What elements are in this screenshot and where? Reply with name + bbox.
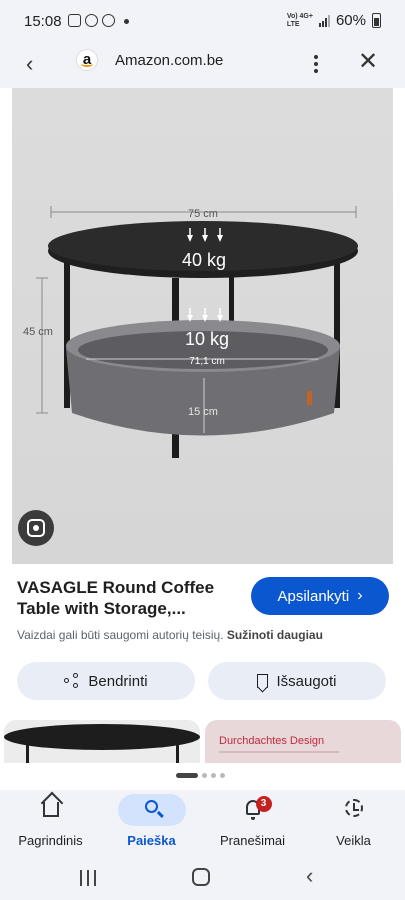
status-notification-icons — [68, 14, 115, 27]
browser-toolbar: ‹ a Amazon.com.be ✕ — [0, 42, 405, 88]
bottom-navigation: Pagrindinis Paieška 3 Pranešimai Veikla — [0, 790, 405, 858]
carousel-pager — [176, 773, 225, 778]
notification-badge: 3 — [255, 796, 272, 812]
product-image[interactable]: 75 cm 40 kg 45 cm 10 kg 71,1 cm 15 cm — [12, 88, 393, 564]
pager-dot — [211, 773, 216, 778]
signal-icon — [318, 14, 330, 27]
battery-icon — [372, 13, 381, 28]
thumbnail-table-leg — [26, 742, 29, 763]
status-time: 15:08 — [24, 13, 62, 30]
nav-label-home: Pagrindinis — [18, 833, 83, 848]
system-navigation-bar: ‹ — [0, 858, 405, 900]
status-right-group: Vo) 4G+ LTE 60% — [287, 12, 381, 29]
network-type-indicator: Vo) 4G+ LTE — [286, 12, 313, 28]
nav-item-search[interactable]: Paieška — [101, 790, 202, 858]
product-title[interactable]: VASAGLE Round Coffee Table with Storage,… — [17, 577, 242, 619]
accessibility-icon — [85, 14, 98, 27]
thumbnail-caption: Durchdachtes Design — [219, 735, 325, 747]
thumbnail-table-shape — [4, 724, 200, 750]
image-preview-area: 75 cm 40 kg 45 cm 10 kg 71,1 cm 15 cm — [0, 88, 405, 564]
battery-percent: 60% — [335, 12, 366, 29]
basket-depth-label: 15 cm — [188, 406, 218, 418]
save-button[interactable]: Išsaugoti — [208, 662, 386, 700]
visit-button-label: Apsilankyti — [277, 587, 350, 605]
close-button[interactable]: ✕ — [354, 48, 382, 76]
google-lens-icon — [27, 519, 45, 537]
share-icon — [64, 673, 80, 689]
nav-label-activity: Veikla — [336, 833, 371, 848]
related-image-thumbnail-2[interactable]: Durchdachtes Design — [205, 720, 401, 763]
pager-dot — [202, 773, 207, 778]
shelf-load-label: 10 kg — [185, 329, 229, 349]
thumbnail-table-leg — [176, 742, 179, 763]
thumbnail-divider — [219, 751, 339, 753]
width-dimension-label: 75 cm — [188, 208, 218, 220]
recents-button[interactable] — [80, 870, 96, 886]
share-button-label: Bendrinti — [88, 672, 148, 690]
more-options-button[interactable] — [306, 50, 326, 78]
nav-label-search: Paieška — [127, 833, 176, 848]
activity-icon — [344, 799, 363, 817]
status-bar: 15:08 Vo) 4G+ LTE 60% — [0, 0, 405, 42]
site-url[interactable]: Amazon.com.be — [115, 52, 223, 69]
home-button[interactable] — [192, 868, 210, 886]
search-icon — [144, 800, 158, 813]
copyright-notice: Vaizdai gali būti saugomi autorių teisių… — [17, 628, 323, 642]
pager-dot — [220, 773, 225, 778]
back-button[interactable]: ‹ — [26, 50, 54, 78]
nav-item-notifications[interactable]: 3 Pranešimai — [202, 790, 303, 858]
more-notifications-dot-icon — [124, 19, 129, 24]
chevron-right-icon: › — [357, 587, 363, 604]
top-load-label: 40 kg — [182, 250, 226, 270]
learn-more-link[interactable]: Sužinoti daugiau — [227, 628, 323, 642]
save-button-label: Išsaugoti — [276, 672, 337, 690]
gallery-icon — [68, 14, 81, 27]
bookmark-icon — [257, 674, 269, 688]
home-icon — [42, 802, 59, 817]
related-image-thumbnail-1[interactable] — [4, 720, 200, 763]
nav-item-activity[interactable]: Veikla — [303, 790, 404, 858]
coffee-table-illustration: 75 cm 40 kg 45 cm 10 kg 71,1 cm 15 cm — [23, 206, 358, 458]
system-back-button[interactable]: ‹ — [306, 864, 313, 888]
copyright-text: Vaizdai gali būti saugomi autorių teisių… — [17, 628, 224, 642]
pager-dot-active — [176, 773, 198, 778]
nav-item-home[interactable]: Pagrindinis — [0, 790, 101, 858]
basket-width-label: 71,1 cm — [189, 356, 225, 367]
amazon-logo-icon: a — [76, 49, 98, 71]
share-button[interactable]: Bendrinti — [17, 662, 195, 700]
nav-label-notifications: Pranešimai — [219, 833, 286, 848]
height-dimension-label: 45 cm — [23, 326, 53, 338]
google-lens-button[interactable] — [18, 510, 54, 546]
visit-button[interactable]: Apsilankyti › — [251, 577, 389, 615]
viber-icon — [102, 14, 115, 27]
